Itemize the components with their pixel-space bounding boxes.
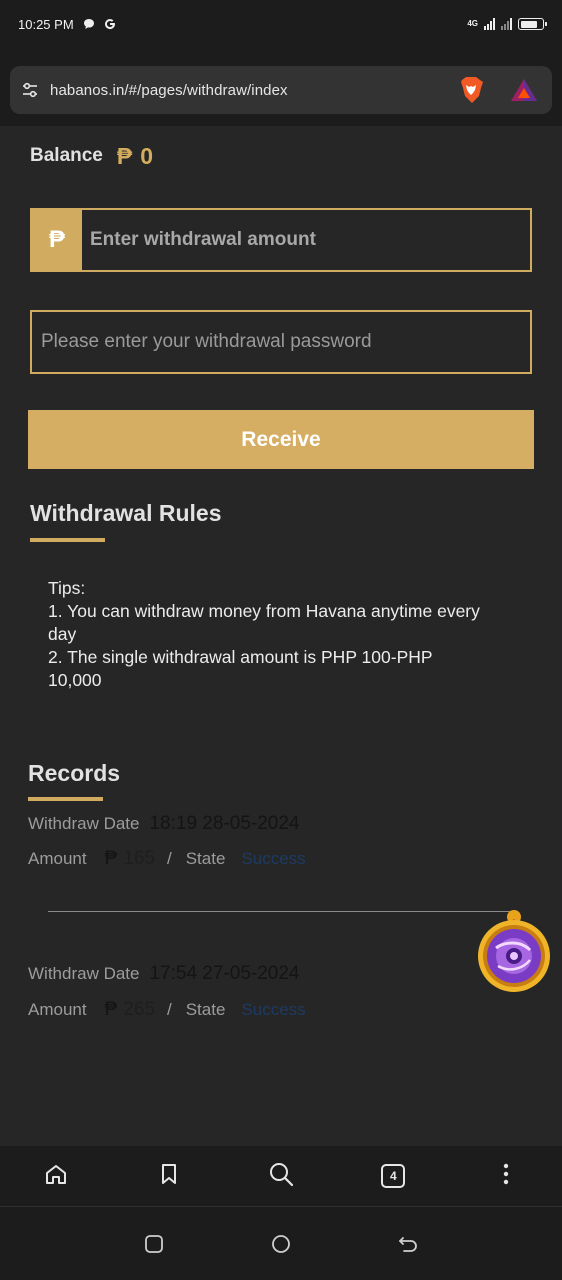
back-button[interactable] <box>397 1233 419 1255</box>
amount-state-separator: / <box>166 849 172 868</box>
record-amount-row: Amount ₱ 265 / State Success <box>28 999 306 1021</box>
withdraw-date-label: Withdraw Date <box>28 964 140 983</box>
state-value: Success <box>241 1000 306 1019</box>
amount-state-separator: / <box>166 1000 172 1019</box>
battery-icon <box>518 18 547 30</box>
balance-label: Balance <box>30 145 103 166</box>
withdrawal-amount-input[interactable] <box>82 210 530 270</box>
receive-button[interactable]: Receive <box>28 410 534 469</box>
record-amount-row: Amount ₱ 165 / State Success <box>28 848 306 870</box>
withdrawal-rules-title: Withdrawal Rules <box>30 500 222 526</box>
withdrawal-password-input[interactable] <box>30 310 532 374</box>
recent-apps-button[interactable] <box>143 1233 165 1255</box>
balance-row: Balance ₱ 0 <box>30 140 153 172</box>
balance-amount: 0 <box>140 142 154 169</box>
signal-strong-icon <box>484 18 495 30</box>
address-bar[interactable]: habanos.in/#/pages/withdraw/index <box>10 66 552 114</box>
rules-title-underline <box>30 538 105 542</box>
search-icon <box>268 1161 294 1192</box>
network-type: 4G <box>467 19 478 28</box>
withdraw-date-value: 17:54 27-05-2024 <box>149 963 300 984</box>
search-button[interactable] <box>225 1146 337 1206</box>
records-title: Records <box>28 760 121 786</box>
battery-level <box>520 20 538 28</box>
withdraw-date-label: Withdraw Date <box>28 814 140 833</box>
amount-field: ₱ <box>30 208 532 272</box>
status-time: 10:25 PM <box>18 16 74 32</box>
google-g-icon <box>104 18 116 30</box>
amount-label: Amount <box>28 1000 87 1019</box>
record-divider <box>48 911 514 912</box>
system-navigation <box>0 1206 562 1280</box>
floating-orb-icon[interactable] <box>474 908 554 994</box>
state-value: Success <box>241 849 306 868</box>
status-right: 4G <box>467 18 547 30</box>
tips-heading: Tips: <box>48 578 86 598</box>
state-label: State <box>185 849 226 868</box>
bookmarks-button[interactable] <box>112 1146 224 1206</box>
record-date-row: Withdraw Date 18:19 28-05-2024 <box>28 813 300 835</box>
status-bar: 10:25 PM 4G <box>0 0 562 48</box>
browser-toolbar: 4 <box>0 1146 562 1206</box>
home-button[interactable] <box>0 1146 112 1206</box>
state-label: State <box>185 1000 226 1019</box>
peso-prefix: ₱ <box>32 210 82 270</box>
amount-value: 165 <box>123 848 155 869</box>
record-date-row: Withdraw Date 17:54 27-05-2024 <box>28 963 300 985</box>
bookmark-icon <box>157 1162 181 1191</box>
brave-shields-icon[interactable] <box>458 76 484 104</box>
browser-header: habanos.in/#/pages/withdraw/index <box>0 48 562 126</box>
tip-line-1: 1. You can withdraw money from Havana an… <box>48 601 480 644</box>
menu-button[interactable] <box>450 1146 562 1206</box>
rewards-triangle-icon[interactable] <box>510 78 538 102</box>
rules-tips: Tips: 1. You can withdraw money from Hav… <box>48 577 488 692</box>
home-icon <box>44 1162 68 1191</box>
tip-line-2: 2. The single withdrawal amount is PHP 1… <box>48 647 433 690</box>
menu-icon <box>503 1163 509 1190</box>
url-text[interactable]: habanos.in/#/pages/withdraw/index <box>50 82 458 99</box>
signal-weak-icon <box>501 18 512 30</box>
status-left: 10:25 PM <box>18 17 116 32</box>
amount-currency: ₱ <box>104 999 118 1020</box>
chat-bubble-icon <box>83 18 95 30</box>
site-settings-icon[interactable] <box>20 80 40 100</box>
withdraw-date-value: 18:19 28-05-2024 <box>149 813 300 834</box>
amount-value: 265 <box>123 999 155 1020</box>
balance-value: ₱ 0 <box>117 143 153 170</box>
amount-currency: ₱ <box>104 848 118 869</box>
amount-label: Amount <box>28 849 87 868</box>
home-nav-button[interactable] <box>270 1233 292 1255</box>
tabs-icon: 4 <box>381 1164 406 1188</box>
records-title-underline <box>28 797 103 801</box>
tabs-button[interactable]: 4 <box>337 1146 449 1206</box>
balance-currency: ₱ <box>116 142 133 169</box>
